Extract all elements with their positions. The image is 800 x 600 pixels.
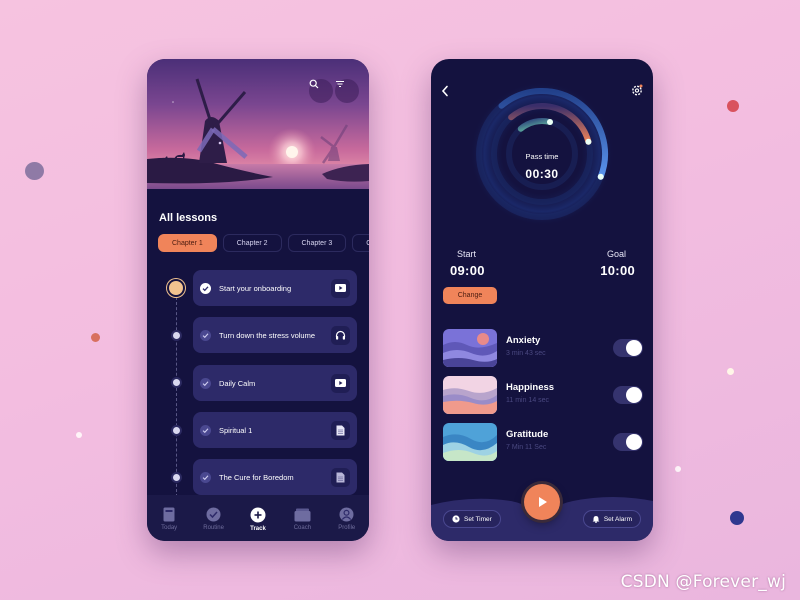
lesson-title: Spiritual 1 (219, 425, 253, 435)
timeline-dot (173, 427, 180, 434)
timeline-dot (173, 332, 180, 339)
lesson-title: The Cure for Boredom (219, 472, 294, 482)
goal-time: 10:00 (600, 263, 635, 278)
track-name: Gratitude (506, 429, 549, 440)
track-item: Anxiety 3 min 43 sec (443, 329, 643, 367)
hero-illustration (147, 59, 369, 189)
chapter-tab[interactable]: Chapter 4 (352, 234, 369, 252)
start-label: Start (457, 249, 477, 259)
check-icon (200, 282, 211, 294)
video-icon (331, 373, 350, 393)
decor-dot (727, 368, 734, 375)
timeline-dot (173, 379, 180, 386)
decor-dot (730, 511, 744, 525)
timeline-line (176, 297, 177, 497)
watermark: CSDN @Forever_wj (620, 572, 786, 592)
video-icon (331, 278, 350, 298)
timer-screen: Pass time 00:30 Start 09:00 Goal 10:00 C… (431, 59, 653, 541)
tab-coach[interactable]: Coach (282, 508, 322, 531)
decor-dot (91, 333, 100, 342)
plus-icon (250, 507, 266, 522)
chapter-tab[interactable]: Chapter 2 (222, 234, 282, 252)
track-name: Happiness (506, 382, 555, 393)
track-toggle[interactable] (613, 339, 643, 357)
play-button[interactable] (524, 484, 560, 520)
check-circle-icon (206, 507, 221, 522)
goal-label: Goal (606, 249, 626, 259)
progress-rings (470, 82, 614, 226)
tab-profile[interactable]: Profile (327, 507, 367, 531)
pass-time-value: 00:30 (525, 167, 559, 181)
tab-label: Today (161, 525, 178, 531)
set-timer-label: Set Timer (464, 515, 492, 523)
decor-dot (727, 100, 739, 112)
folder-icon (294, 508, 311, 521)
chapter-tab[interactable]: Chapter 1 (158, 234, 217, 252)
notebook-icon (163, 507, 175, 522)
timeline-dot-current (169, 281, 183, 295)
decor-dot (675, 466, 681, 472)
track-thumbnail (443, 376, 497, 414)
lesson-item[interactable]: The Cure for Boredom (193, 459, 357, 495)
chapter-tab[interactable]: Chapter 3 (287, 234, 347, 252)
tab-routine[interactable]: Routine (194, 507, 234, 531)
filter-button[interactable] (335, 79, 359, 103)
check-icon (200, 329, 211, 341)
clock-icon (452, 515, 460, 523)
track-thumbnail (443, 423, 497, 461)
lesson-item[interactable]: Daily Calm (193, 365, 357, 401)
lesson-title: Turn down the stress volume (219, 330, 316, 340)
play-icon (539, 497, 547, 507)
tab-label: Routine (203, 525, 224, 531)
lessons-screen: All lessons Chapter 1 Chapter 2 Chapter … (147, 59, 369, 541)
lesson-item[interactable]: Start your onboarding (193, 270, 357, 306)
tab-label: Profile (338, 525, 356, 531)
start-time: 09:00 (450, 263, 485, 278)
check-icon (200, 471, 211, 483)
toggle-knob (626, 387, 642, 403)
tab-label: Coach (293, 524, 312, 531)
tab-today[interactable]: Today (149, 507, 189, 531)
track-toggle[interactable] (613, 386, 643, 404)
document-icon (331, 420, 350, 440)
track-duration: 7 Min 11 Sec (506, 444, 547, 451)
bottom-tab-bar: Today Routine Track Coach Profile (147, 495, 369, 541)
decor-dot (76, 432, 82, 438)
lesson-item[interactable]: Spiritual 1 (193, 412, 357, 448)
toggle-knob (626, 340, 642, 356)
bell-icon (592, 516, 600, 523)
decor-dot (25, 162, 44, 180)
set-alarm-button[interactable]: Set Alarm (582, 510, 641, 528)
check-icon (200, 424, 211, 436)
ring-end-dot-inner (546, 118, 553, 125)
search-icon (309, 79, 319, 89)
tab-track[interactable]: Track (238, 507, 278, 532)
track-name: Anxiety (506, 335, 541, 346)
track-item: Gratitude 7 Min 11 Sec (443, 423, 643, 461)
track-toggle[interactable] (613, 433, 643, 451)
set-alarm-label: Set Alarm (603, 515, 632, 523)
headphones-icon (331, 325, 350, 345)
set-timer-button[interactable]: Set Timer (443, 510, 501, 528)
track-duration: 3 min 43 sec (506, 350, 546, 357)
track-duration: 11 min 14 sec (506, 397, 550, 404)
check-icon (200, 377, 211, 389)
pass-time-label: Pass time (525, 152, 559, 161)
chapter-tabs: Chapter 1 Chapter 2 Chapter 3 Chapter 4 (158, 234, 369, 252)
user-icon (339, 507, 354, 522)
track-item: Happiness 11 min 14 sec (443, 376, 643, 414)
lesson-title: Start your onboarding (219, 283, 292, 293)
ring-end-dot-middle (585, 138, 592, 145)
filter-icon (336, 80, 344, 88)
section-title: All lessons (159, 212, 218, 224)
change-button[interactable]: Change (443, 287, 497, 304)
track-thumbnail (443, 329, 497, 367)
timeline-dot (173, 474, 180, 481)
lesson-item[interactable]: Turn down the stress volume (193, 317, 357, 353)
toggle-knob (626, 434, 642, 450)
tab-label: Track (250, 525, 266, 532)
lesson-title: Daily Calm (219, 378, 256, 388)
search-button[interactable] (309, 79, 333, 103)
document-icon (331, 467, 350, 487)
